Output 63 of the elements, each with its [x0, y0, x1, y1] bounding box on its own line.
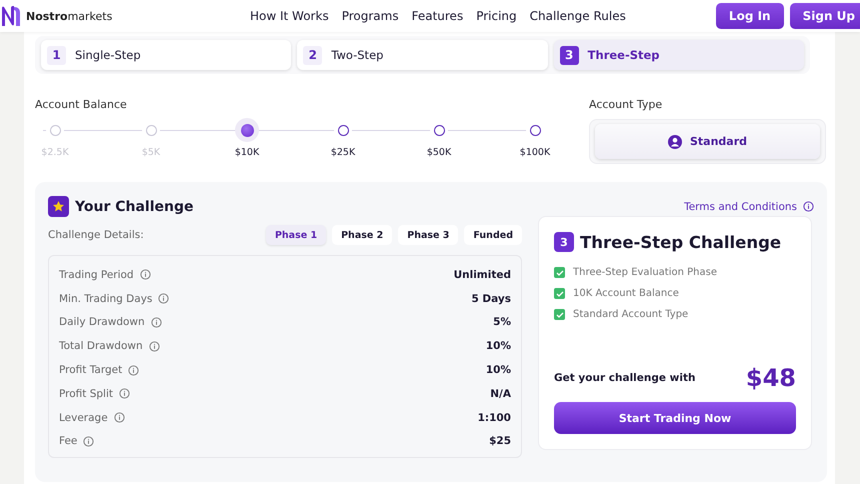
- start-trading-button[interactable]: Start Trading Now: [554, 402, 796, 434]
- login-button[interactable]: Log In: [716, 3, 784, 29]
- detail-value: 5 Days: [471, 292, 511, 305]
- price: $48: [746, 364, 796, 392]
- info-icon[interactable]: [148, 340, 160, 352]
- nav-link[interactable]: Pricing: [476, 9, 517, 23]
- stop-label: $10K: [234, 147, 260, 158]
- nav-link[interactable]: Features: [412, 9, 464, 23]
- phase-tab[interactable]: Funded: [464, 225, 522, 245]
- nav-link[interactable]: How It Works: [250, 9, 329, 23]
- nav-link[interactable]: Programs: [342, 9, 399, 23]
- info-icon[interactable]: [83, 436, 94, 447]
- info-icon[interactable]: [150, 316, 162, 328]
- feature-text: 10K Account Balance: [573, 288, 679, 299]
- stop-label: $100K: [520, 147, 550, 158]
- info-icon[interactable]: [158, 293, 170, 304]
- detail-value: Unlimited: [454, 268, 511, 281]
- detail-label: Trading Period: [59, 268, 134, 281]
- user-icon: [668, 134, 682, 148]
- signup-button[interactable]: Sign Up: [790, 3, 860, 29]
- stop-label: $25K: [330, 147, 356, 158]
- feature-text: Standard Account Type: [573, 309, 688, 320]
- phase-tab[interactable]: Phase 1: [266, 225, 326, 245]
- detail-label: Total Drawdown: [59, 340, 143, 352]
- step-tab[interactable]: 2 Two-Step: [297, 40, 548, 70]
- detail-label: Daily Drawdown: [59, 316, 145, 328]
- info-icon[interactable]: [140, 269, 151, 280]
- slider-stop[interactable]: [235, 118, 259, 142]
- nav-link[interactable]: Challenge Rules: [530, 9, 626, 23]
- stop-label: $5K: [142, 147, 160, 158]
- brand-name[interactable]: Nostromarkets: [26, 10, 112, 22]
- stop-label: $2.5K: [41, 147, 69, 158]
- step-tab[interactable]: 1 Single-Step: [41, 40, 292, 70]
- card-title: Three-Step Challenge: [580, 232, 782, 252]
- info-icon[interactable]: [119, 388, 130, 400]
- detail-value: 5%: [493, 316, 511, 328]
- feature-text: Three-Step Evaluation Phase: [573, 267, 717, 278]
- terms-link[interactable]: Terms and Conditions: [684, 200, 797, 212]
- stop-label: $50K: [426, 147, 452, 158]
- info-icon[interactable]: [114, 412, 125, 424]
- detail-label: Leverage: [59, 412, 108, 424]
- logo-icon: [0, 4, 22, 28]
- detail-value: N/A: [490, 388, 511, 400]
- detail-value: 1:100: [478, 412, 511, 424]
- detail-label: Fee: [59, 435, 78, 448]
- step-number: 3: [554, 232, 574, 252]
- step-tab[interactable]: 3 Three-Step: [554, 40, 804, 70]
- field-label: Account Balance: [35, 98, 128, 111]
- detail-value: $25: [489, 435, 511, 448]
- detail-label: Min. Trading Days: [59, 292, 152, 305]
- detail-label: Profit Target: [59, 364, 122, 376]
- details-label: Challenge Details:: [48, 229, 144, 241]
- field-label: Account Type: [589, 98, 664, 111]
- account-type-option[interactable]: Standard: [595, 124, 820, 159]
- info-icon[interactable]: [128, 364, 140, 376]
- detail-label: Profit Split: [59, 388, 114, 400]
- price-label: Get your challenge with: [554, 372, 696, 384]
- phase-tab[interactable]: Phase 2: [332, 225, 392, 245]
- detail-value: 10%: [486, 364, 511, 376]
- info-icon[interactable]: [803, 201, 814, 212]
- section-title: Your Challenge: [75, 198, 194, 214]
- detail-value: 10%: [486, 340, 511, 352]
- phase-tab[interactable]: Phase 3: [398, 225, 458, 245]
